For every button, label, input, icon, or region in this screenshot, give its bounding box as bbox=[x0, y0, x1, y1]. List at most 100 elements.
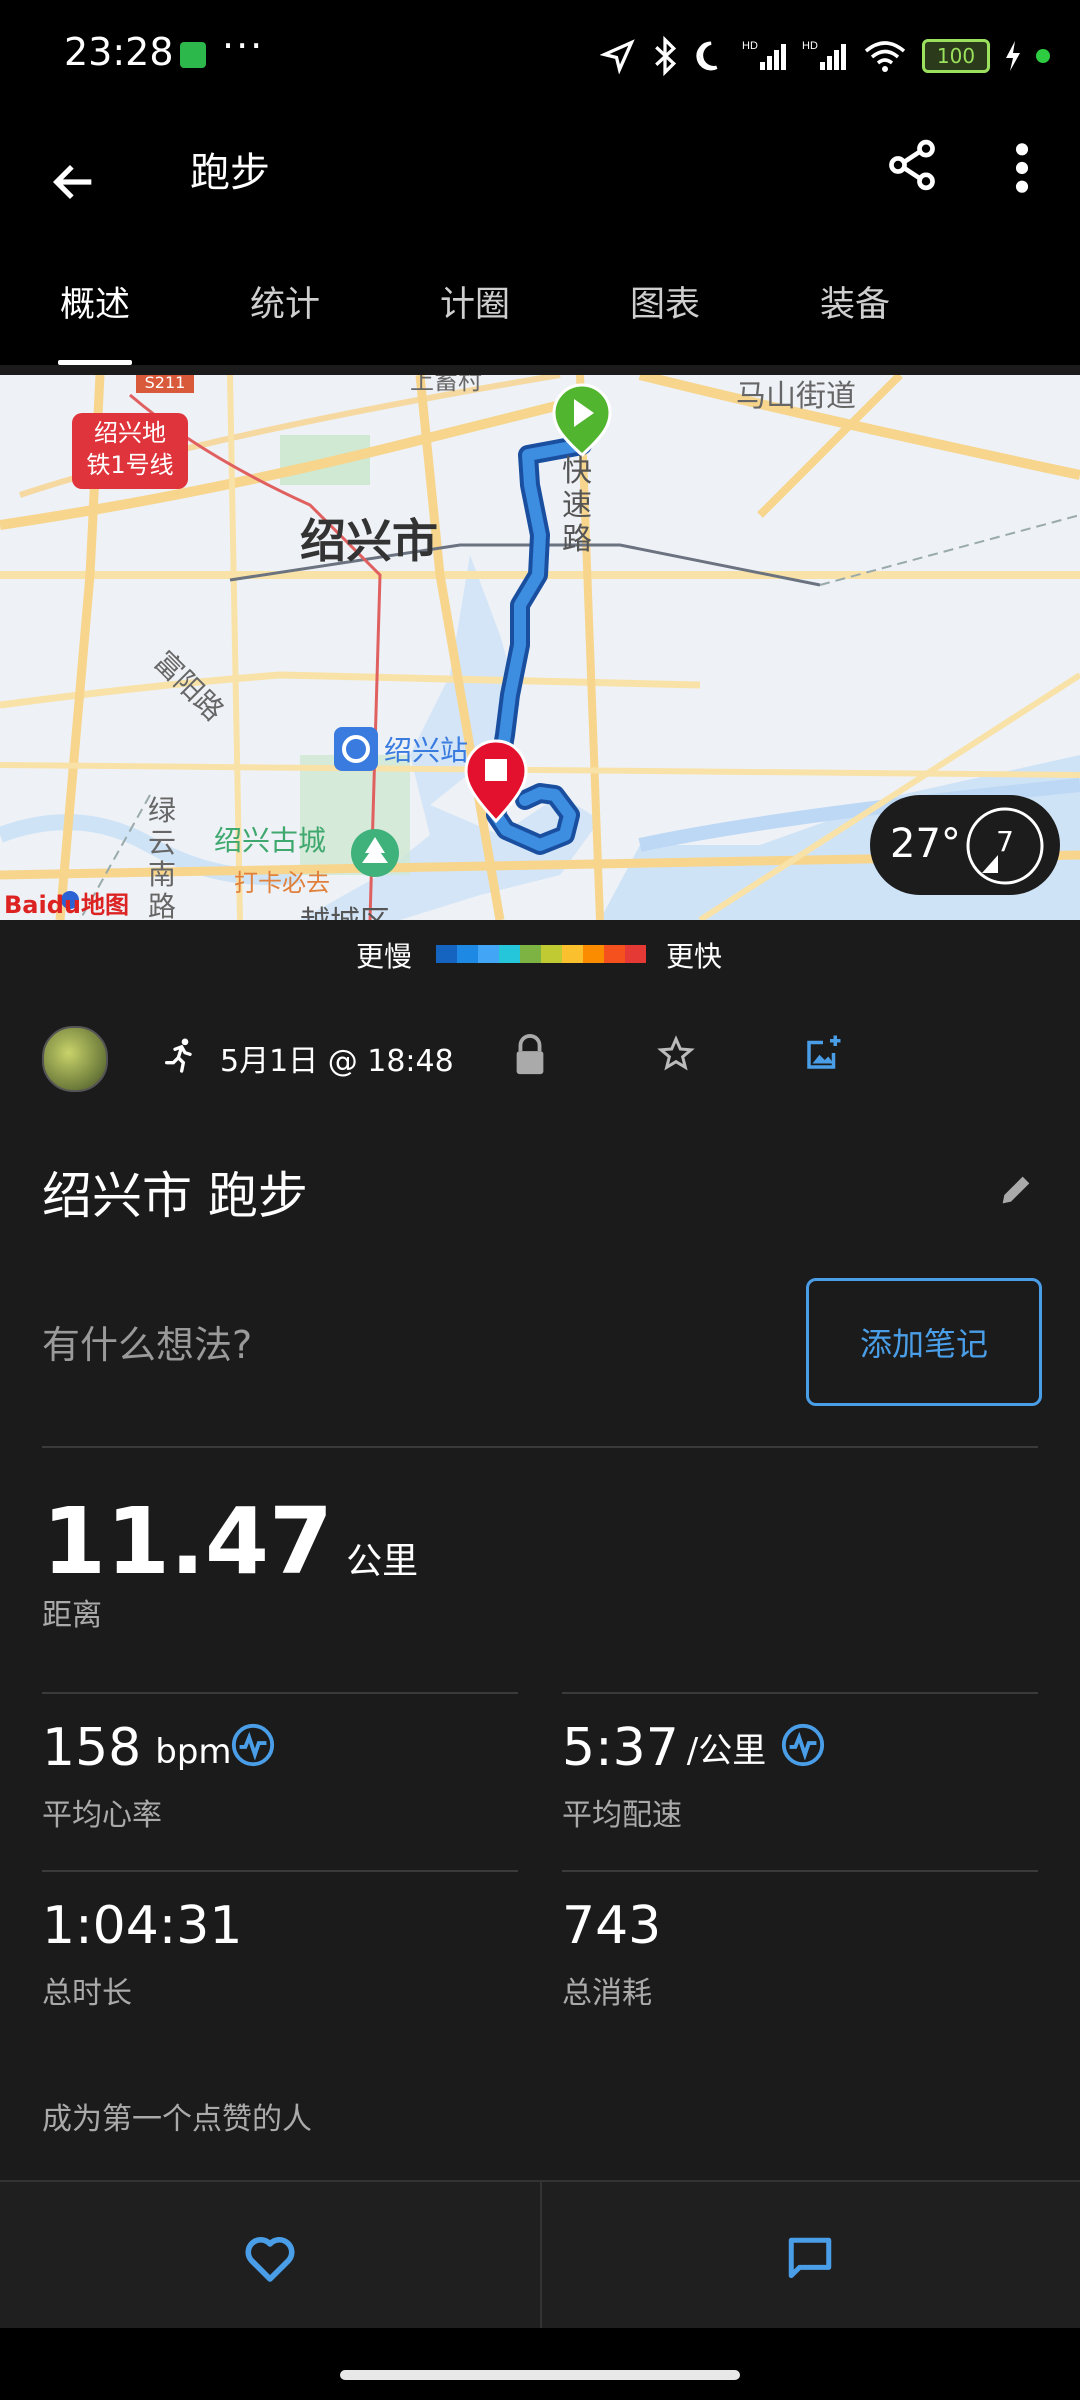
pace-legend: 更慢 更快 bbox=[0, 925, 1080, 975]
bottom-action-bar bbox=[0, 2180, 1080, 2330]
distance-value: 11.47 bbox=[42, 1488, 334, 1595]
calories-value: 743 bbox=[562, 1896, 662, 1956]
heart-rate-label: 平均心率 bbox=[42, 1798, 162, 1833]
map-district-label: 马山街道 bbox=[736, 379, 856, 414]
legend-gradient bbox=[436, 945, 646, 963]
likes-text: 成为第一个点赞的人 bbox=[42, 2102, 312, 2137]
heart-rate-zone-icon[interactable] bbox=[230, 1722, 276, 1768]
legend-swatch bbox=[583, 945, 604, 963]
tab-gear[interactable]: 装备 bbox=[760, 250, 950, 365]
system-nav-bar bbox=[0, 2328, 1080, 2400]
legend-swatch bbox=[625, 945, 646, 963]
pace-value: 5:37 bbox=[562, 1718, 679, 1778]
divider bbox=[562, 1692, 1038, 1694]
pace-block: 5:37 /公里 bbox=[562, 1718, 766, 1778]
heart-rate-unit: bpm bbox=[155, 1732, 232, 1772]
route-map[interactable]: S211 上蓄村 绍兴地 铁1号线 绍兴市 马山街道 快速路 富阳路 绿云南路 … bbox=[0, 375, 1080, 920]
add-note-label: 添加笔记 bbox=[859, 1325, 988, 1363]
page-title: 跑步 bbox=[190, 150, 270, 196]
pace-unit: /公里 bbox=[686, 1731, 767, 1771]
more-notifications-icon: ··· bbox=[222, 24, 265, 68]
back-arrow-icon[interactable] bbox=[48, 156, 100, 208]
activity-name: 绍兴市 跑步 bbox=[42, 1167, 308, 1225]
battery-icon: 100 bbox=[922, 39, 990, 73]
metro-label-line2: 铁1号线 bbox=[86, 451, 174, 479]
end-pin-icon bbox=[464, 739, 528, 824]
location-icon bbox=[600, 39, 635, 74]
legend-swatch bbox=[562, 945, 583, 963]
pace-label: 平均配速 bbox=[562, 1798, 682, 1833]
heart-rate-value: 158 bbox=[42, 1718, 142, 1778]
legend-fast: 更快 bbox=[666, 940, 723, 973]
highway-badge: S211 bbox=[144, 375, 186, 392]
bluetooth-icon bbox=[655, 36, 677, 76]
divider bbox=[42, 1692, 518, 1694]
map-road-label-3: 绿云南路 bbox=[148, 794, 177, 921]
map-road-label-1: 快速路 bbox=[562, 454, 592, 557]
map-area-top: 上蓄村 bbox=[410, 375, 482, 395]
legend-swatch bbox=[541, 945, 562, 963]
svg-text:HD: HD bbox=[742, 40, 758, 52]
svg-text:HD: HD bbox=[802, 40, 818, 52]
dnd-moon-icon bbox=[696, 41, 718, 71]
running-icon bbox=[165, 1038, 192, 1073]
calories-label: 总消耗 bbox=[562, 1976, 652, 2011]
pace-zone-icon[interactable] bbox=[780, 1722, 826, 1768]
legend-swatch bbox=[604, 945, 625, 963]
privacy-dot bbox=[1036, 49, 1050, 63]
weather-temp: 27° bbox=[890, 821, 961, 867]
tab-stats[interactable]: 统计 bbox=[190, 250, 380, 365]
activity-date: 5月1日 @ 18:48 bbox=[220, 1044, 454, 1079]
legend-swatch bbox=[436, 945, 457, 963]
status-time: 23:28 bbox=[64, 30, 174, 74]
tab-laps[interactable]: 计圈 bbox=[380, 250, 570, 365]
divider bbox=[42, 1870, 518, 1872]
add-note-button[interactable]: 添加笔记 bbox=[806, 1278, 1042, 1406]
add-photo-icon[interactable] bbox=[802, 1032, 844, 1074]
legend-swatch bbox=[457, 945, 478, 963]
map-area-bottom: 越城区 bbox=[300, 897, 390, 920]
weather-wind: 7 bbox=[996, 825, 1014, 858]
note-placeholder[interactable]: 有什么想法? bbox=[42, 1314, 252, 1369]
edit-pencil-icon[interactable] bbox=[996, 1170, 1036, 1210]
divider bbox=[562, 1870, 1038, 1872]
comment-icon[interactable] bbox=[784, 2234, 836, 2284]
map-park-label: 绍兴古城 bbox=[214, 824, 327, 857]
heart-rate-block: 158 bpm bbox=[42, 1718, 232, 1778]
home-indicator[interactable] bbox=[340, 2370, 740, 2380]
distance-block: 11.47 公里 bbox=[42, 1488, 418, 1595]
duration-label: 总时长 bbox=[42, 1976, 132, 2011]
park-icon bbox=[351, 829, 399, 877]
distance-label: 距离 bbox=[42, 1598, 102, 1633]
station-icon bbox=[334, 727, 378, 771]
distance-unit: 公里 bbox=[346, 1541, 419, 1582]
map-city-label: 绍兴市 bbox=[300, 514, 438, 568]
app-bar: 跑步 bbox=[0, 110, 1080, 250]
tab-overview[interactable]: 概述 bbox=[0, 250, 190, 365]
star-icon[interactable] bbox=[656, 1034, 696, 1074]
metro-label: 绍兴地 铁1号线 bbox=[72, 417, 188, 481]
metro-label-line1: 绍兴地 bbox=[94, 419, 166, 447]
map-station-label: 绍兴站 bbox=[384, 734, 469, 767]
lock-icon[interactable] bbox=[512, 1034, 548, 1076]
baidu-logo: Baidu地图 bbox=[4, 891, 129, 919]
weather-badge: 27° 7 bbox=[870, 795, 1060, 895]
map-park-sub: 打卡必去 bbox=[234, 869, 330, 897]
legend-slow: 更慢 bbox=[356, 940, 413, 973]
duration-value: 1:04:31 bbox=[42, 1896, 243, 1956]
charging-icon bbox=[1006, 41, 1020, 71]
divider bbox=[42, 1446, 1038, 1448]
divider bbox=[540, 2182, 542, 2330]
more-vert-icon[interactable] bbox=[1004, 140, 1040, 196]
share-button-icon[interactable] bbox=[884, 137, 940, 193]
like-heart-icon[interactable] bbox=[242, 2232, 298, 2284]
tab-charts[interactable]: 图表 bbox=[570, 250, 760, 365]
signal-hd-1-icon: HD bbox=[742, 40, 786, 70]
signal-hd-2-icon: HD bbox=[802, 40, 846, 70]
legend-swatch bbox=[478, 945, 499, 963]
avatar[interactable] bbox=[42, 1026, 108, 1092]
legend-swatch bbox=[520, 945, 541, 963]
legend-swatch bbox=[499, 945, 520, 963]
status-bar: 23:28 ··· HD HD 100 bbox=[0, 0, 1080, 110]
wifi-icon bbox=[864, 41, 906, 72]
